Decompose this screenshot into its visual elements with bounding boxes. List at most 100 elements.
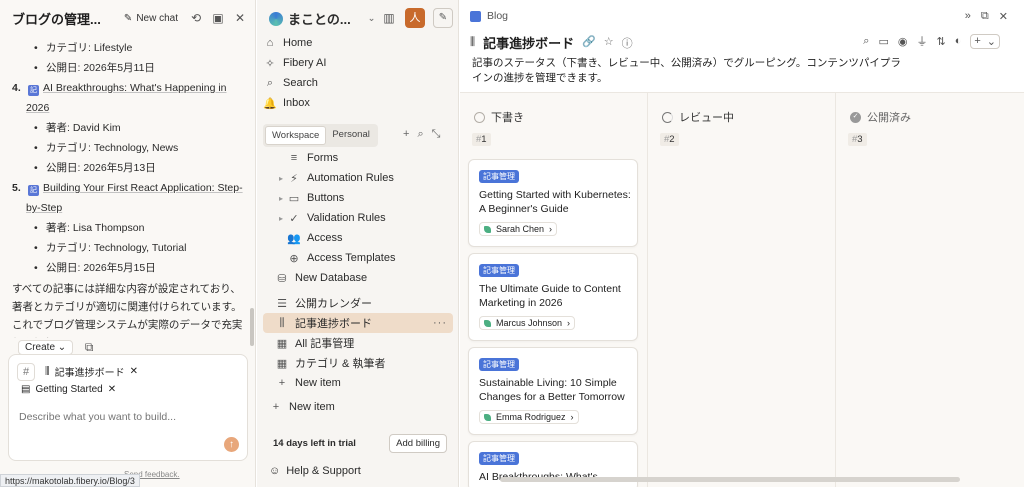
view-icon[interactable]: ◉ xyxy=(898,35,908,48)
sort-icon[interactable]: ⇅ xyxy=(936,35,945,48)
add-button[interactable]: + ⌄ xyxy=(970,33,1000,49)
history-icon[interactable]: ⟲ xyxy=(188,10,204,26)
forms-icon: ≡ xyxy=(290,152,298,164)
palette-icon[interactable]: ◐ xyxy=(955,35,962,47)
chevron-right-icon[interactable]: ▸ xyxy=(275,214,287,223)
draft-status-icon xyxy=(474,111,485,123)
plus-icon[interactable]: + xyxy=(403,128,409,141)
article-link[interactable]: AI Breakthroughs: What's Happening in 20… xyxy=(26,82,227,114)
sidebar-new-item[interactable]: + New item xyxy=(269,397,453,417)
search-icon[interactable]: ⌕ xyxy=(863,35,869,48)
chat-header: ブログの管理... ✎ New chat ⟲ ▣ ✕ xyxy=(0,0,256,36)
tab-personal[interactable]: Personal xyxy=(326,126,376,145)
kanban-board: 下書き #1 記事管理 Getting Started with Kuberne… xyxy=(460,92,1024,487)
tab-workspace[interactable]: Workspace xyxy=(265,126,327,145)
card-title: The Ultimate Guide to Content Marketing … xyxy=(479,283,621,309)
open-icon[interactable]: ⧉ xyxy=(981,10,989,23)
avatar[interactable]: 人 xyxy=(405,8,425,28)
context-chip-board: ⫼ 記事進捗ボード ✕ xyxy=(41,361,142,382)
status-url: https://makotolab.fibery.io/Blog/3 xyxy=(0,474,140,487)
search-icon[interactable]: ⌕ xyxy=(417,128,423,141)
sidebar-item-access-templates[interactable]: ⊕ Access Templates xyxy=(275,248,453,268)
hash-icon[interactable]: # xyxy=(17,362,35,381)
author-chip[interactable]: Emma Rodriguez › xyxy=(479,410,579,424)
chevron-down-icon: ⌄ xyxy=(986,35,996,48)
sidebar-item-categories[interactable]: ▦ カテゴリ & 執筆者 xyxy=(275,353,453,373)
sidebar-item-buttons[interactable]: ▸ ▭ Buttons xyxy=(275,188,453,208)
author-chip[interactable]: Sarah Chen › xyxy=(479,222,558,236)
check-circle-icon: ✓ xyxy=(289,212,299,225)
chevron-right-icon[interactable]: ▸ xyxy=(275,174,287,183)
board-card[interactable]: 記事管理 Getting Started with Kubernetes: A … xyxy=(468,159,638,247)
search-icon: ⌕ xyxy=(266,76,274,89)
star-icon[interactable]: ☆ xyxy=(604,35,614,51)
sidebar-item-validation-rules[interactable]: ▸ ✓ Validation Rules xyxy=(275,208,453,228)
chat-title: ブログの管理... xyxy=(12,11,101,27)
context-chip-doc: ▤ Getting Started ✕ xyxy=(17,381,121,398)
info-icon[interactable]: ⓘ xyxy=(622,35,633,51)
article-badge-icon: 記 xyxy=(28,85,39,96)
chat-scrollbar[interactable] xyxy=(250,308,254,346)
comment-icon[interactable]: ▭ xyxy=(878,35,888,48)
sidebar-item-new-database[interactable]: ⛁ New Database xyxy=(275,268,453,288)
chevron-right-icon: › xyxy=(549,224,553,234)
nav-fibery-ai[interactable]: ✧ Fibery AI xyxy=(263,53,453,73)
link-icon[interactable]: 🔗 xyxy=(582,35,596,51)
blog-icon xyxy=(470,10,481,22)
chevron-right-icon[interactable]: ▸ xyxy=(275,194,287,203)
column-published: ✓ 公開済み #3 xyxy=(836,93,1024,487)
nav-inbox[interactable]: 🔔 Inbox xyxy=(263,93,453,113)
collapse-icon[interactable]: ⤡ xyxy=(432,128,441,141)
help-support[interactable]: ☺ Help & Support xyxy=(269,465,361,477)
bell-icon: 🔔 xyxy=(263,97,277,110)
plus-icon: + xyxy=(272,401,280,413)
horizontal-scrollbar[interactable] xyxy=(500,477,960,482)
new-chat-button[interactable]: ✎ New chat xyxy=(120,11,182,26)
card-tag: 記事管理 xyxy=(479,170,519,183)
database-icon: ⛁ xyxy=(277,272,287,285)
filter-icon[interactable]: ⏚ xyxy=(916,33,927,49)
sidebar-item-calendar[interactable]: ☰ 公開カレンダー xyxy=(275,293,453,313)
article-link[interactable]: Building Your First React Application: S… xyxy=(26,182,243,214)
more-icon[interactable]: ··· xyxy=(433,317,447,329)
author-chip[interactable]: Marcus Johnson › xyxy=(479,316,576,330)
dock-icon[interactable]: ▣ xyxy=(210,10,226,26)
board-card[interactable]: 記事管理 Sustainable Living: 10 Simple Chang… xyxy=(468,347,638,435)
create-dropdown[interactable]: Create ⌄ xyxy=(18,339,74,355)
sidebar-item-forms[interactable]: ≡ Forms xyxy=(275,148,453,168)
author-icon xyxy=(484,225,491,233)
page-title[interactable]: 記事進捗ボード xyxy=(483,33,574,52)
list-item: • 公開日: 2026年5月13日 xyxy=(34,162,156,174)
copy-icon[interactable]: ⧉ xyxy=(81,339,97,355)
sidebar-item-new-item[interactable]: + New item xyxy=(275,373,453,393)
expand-icon[interactable]: » xyxy=(965,10,971,23)
close-icon[interactable]: ✕ xyxy=(232,10,248,26)
compose-icon[interactable]: ✎ xyxy=(433,8,453,28)
card-tag: 記事管理 xyxy=(479,264,519,277)
column-draft: 下書き #1 記事管理 Getting Started with Kuberne… xyxy=(460,93,648,487)
column-count: #1 xyxy=(472,133,491,146)
chat-input[interactable] xyxy=(19,411,219,423)
remove-chip-icon[interactable]: ✕ xyxy=(108,384,116,395)
nav-search[interactable]: ⌕ Search xyxy=(263,73,453,93)
help-icon: ☺ xyxy=(269,465,281,477)
lightning-icon: ⚡ xyxy=(290,172,298,185)
board-icon: ⫼ xyxy=(279,316,285,329)
sidebar-toggle-icon[interactable]: ▥ xyxy=(381,10,397,26)
sidebar-item-automation-rules[interactable]: ▸ ⚡ Automation Rules xyxy=(275,168,453,188)
sidebar-item-board[interactable]: ⫼ 記事進捗ボード ··· xyxy=(263,313,453,333)
add-billing-button[interactable]: Add billing xyxy=(389,433,447,453)
breadcrumb[interactable]: Blog xyxy=(487,10,508,22)
home-icon: ⌂ xyxy=(266,37,274,49)
article-item: 5. 記 Building Your First React Application… xyxy=(12,182,243,214)
close-icon[interactable]: ✕ xyxy=(999,10,1008,23)
send-icon[interactable]: ↑ xyxy=(224,437,239,452)
board-card[interactable]: 記事管理 The Ultimate Guide to Content Marke… xyxy=(468,253,638,341)
workspace-switcher[interactable]: まことの... ⌄ xyxy=(269,9,375,28)
sidebar-item-access[interactable]: 👥 Access xyxy=(275,228,453,248)
plus-icon: + xyxy=(974,34,981,47)
remove-chip-icon[interactable]: ✕ xyxy=(130,366,138,377)
nav-home[interactable]: ⌂ Home xyxy=(263,33,453,53)
list-item: • 著者: David Kim xyxy=(34,122,121,134)
sidebar-item-all-articles[interactable]: ▦ All 記事管理 xyxy=(275,333,453,353)
